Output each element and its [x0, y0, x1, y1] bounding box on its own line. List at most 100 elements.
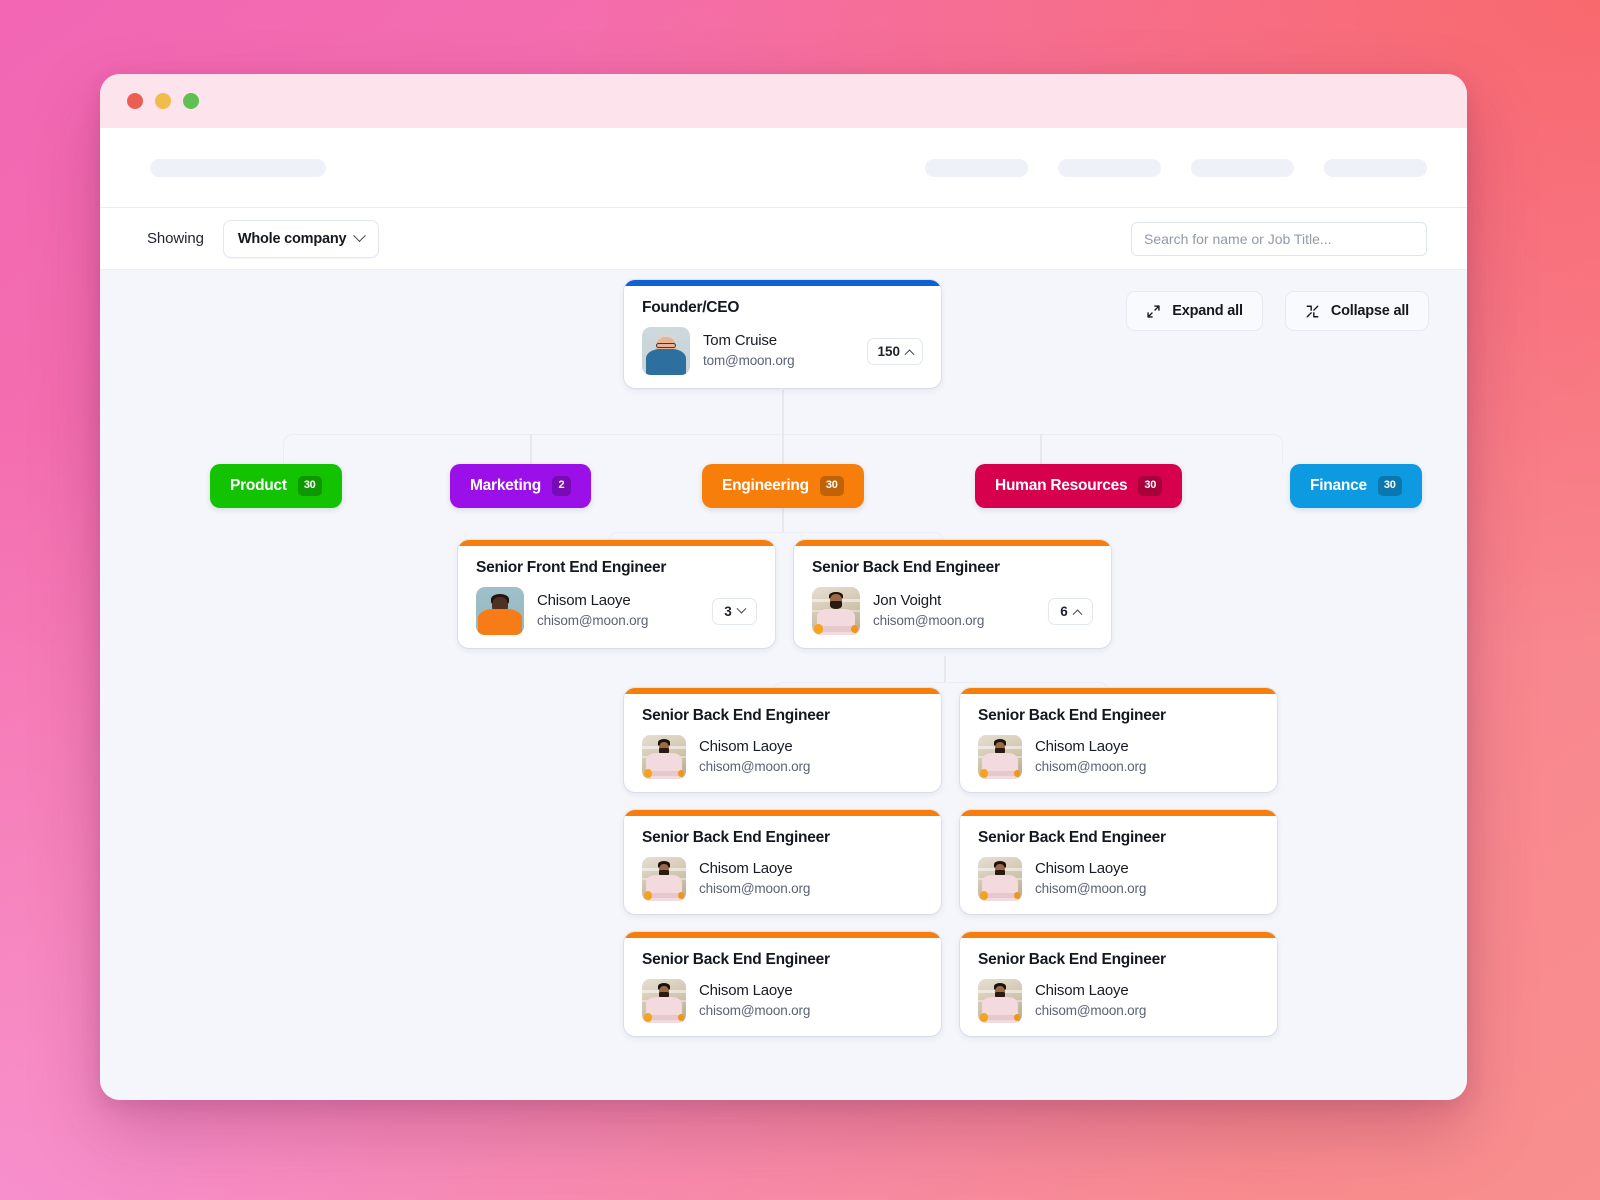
node-person-email: chisom@moon.org — [1035, 758, 1147, 774]
node-report-count: 150 — [877, 343, 900, 359]
avatar — [642, 979, 686, 1023]
connector-ceo-stem — [782, 390, 784, 434]
avatar — [978, 979, 1022, 1023]
node-person-email: chisom@moon.org — [873, 612, 985, 628]
nav-item-placeholder-4[interactable] — [1324, 158, 1427, 177]
minimize-window-button[interactable] — [155, 93, 171, 109]
expand-all-label: Expand all — [1172, 303, 1243, 319]
node-role: Senior Back End Engineer — [978, 951, 1166, 968]
chevron-up-icon — [1072, 608, 1083, 619]
search-input[interactable] — [1131, 221, 1427, 256]
avatar — [476, 587, 524, 635]
node-role: Senior Front End Engineer — [476, 559, 667, 576]
expand-all-button[interactable]: Expand all — [1126, 291, 1263, 331]
close-window-button[interactable] — [127, 93, 143, 109]
avatar — [812, 587, 860, 635]
department-label: Marketing — [470, 477, 541, 494]
node-role: Senior Back End Engineer — [642, 951, 830, 968]
app-window: Showing Whole company Expand all Collaps… — [100, 74, 1467, 1100]
avatar — [642, 327, 690, 375]
logo-placeholder — [150, 158, 326, 177]
scope-select-value: Whole company — [237, 230, 347, 247]
node-senior-back-end-engineer-lead[interactable]: Senior Back End Engineer Jon Voight chis… — [794, 540, 1111, 648]
nav-item-placeholder-3[interactable] — [1191, 158, 1294, 177]
avatar — [642, 735, 686, 779]
node-report-5[interactable]: Senior Back End Engineer Chisom Laoye ch… — [624, 932, 941, 1036]
department-count-badge: 30 — [1138, 476, 1163, 496]
department-chip-engineering[interactable]: Engineering 30 — [702, 464, 864, 508]
department-label: Finance — [1310, 477, 1367, 494]
chevron-down-icon — [736, 603, 747, 614]
department-chip-marketing[interactable]: Marketing 2 — [450, 464, 591, 508]
node-role: Senior Back End Engineer — [978, 707, 1166, 724]
node-report-2[interactable]: Senior Back End Engineer Chisom Laoye ch… — [960, 688, 1277, 792]
node-role: Senior Back End Engineer — [978, 829, 1166, 846]
department-label: Product — [230, 477, 287, 494]
connector-backend-stem — [944, 656, 946, 682]
connector-department-tick-engineering — [782, 434, 784, 464]
collapse-all-button[interactable]: Collapse all — [1284, 291, 1429, 331]
node-person-email: chisom@moon.org — [699, 880, 811, 896]
node-role: Senior Back End Engineer — [642, 707, 830, 724]
node-person-name: Chisom Laoye — [699, 860, 793, 878]
node-person-name: Tom Cruise — [703, 332, 777, 350]
node-report-count-toggle[interactable]: 150 — [867, 337, 923, 365]
node-report-1[interactable]: Senior Back End Engineer Chisom Laoye ch… — [624, 688, 941, 792]
node-role: Senior Back End Engineer — [642, 829, 830, 846]
node-person-name: Chisom Laoye — [1035, 860, 1129, 878]
avatar — [978, 735, 1022, 779]
node-report-3[interactable]: Senior Back End Engineer Chisom Laoye ch… — [624, 810, 941, 914]
avatar — [642, 857, 686, 901]
org-chart-canvas: Expand all Collapse all Founder/CEO Tom … — [100, 270, 1467, 1100]
node-report-6[interactable]: Senior Back End Engineer Chisom Laoye ch… — [960, 932, 1277, 1036]
node-person-email: chisom@moon.org — [699, 758, 811, 774]
avatar — [978, 857, 1022, 901]
node-person-name: Chisom Laoye — [699, 738, 793, 756]
scope-select[interactable]: Whole company — [222, 219, 380, 258]
app-navbar — [100, 128, 1467, 208]
node-ceo[interactable]: Founder/CEO Tom Cruise tom@moon.org 150 — [624, 280, 941, 388]
maximize-window-button[interactable] — [183, 93, 199, 109]
nav-item-placeholder-1[interactable] — [925, 158, 1028, 177]
node-person-email: tom@moon.org — [703, 352, 795, 368]
node-person-name: Chisom Laoye — [537, 592, 631, 610]
node-person-name: Chisom Laoye — [1035, 738, 1129, 756]
node-senior-front-end-engineer[interactable]: Senior Front End Engineer Chisom Laoye c… — [458, 540, 775, 648]
node-person-name: Jon Voight — [873, 592, 942, 610]
node-person-email: chisom@moon.org — [1035, 880, 1147, 896]
department-label: Engineering — [722, 477, 809, 494]
node-report-count-toggle[interactable]: 3 — [712, 597, 757, 625]
collapse-icon — [1306, 305, 1319, 317]
department-count-badge: 30 — [1377, 476, 1402, 496]
node-report-count: 3 — [724, 603, 732, 619]
node-report-4[interactable]: Senior Back End Engineer Chisom Laoye ch… — [960, 810, 1277, 914]
node-report-count-toggle[interactable]: 6 — [1048, 597, 1093, 625]
node-person-email: chisom@moon.org — [1035, 1002, 1147, 1018]
node-report-count: 6 — [1060, 603, 1068, 619]
department-count-badge: 30 — [297, 476, 322, 496]
node-role: Founder/CEO — [642, 299, 740, 316]
node-person-name: Chisom Laoye — [1035, 982, 1129, 1000]
department-chip-product[interactable]: Product 30 — [210, 464, 342, 508]
node-person-name: Chisom Laoye — [699, 982, 793, 1000]
connector-department-tick-hr — [1040, 434, 1042, 464]
filter-bar: Showing Whole company — [100, 208, 1467, 270]
showing-label: Showing — [147, 230, 204, 247]
node-person-email: chisom@moon.org — [537, 612, 649, 628]
window-titlebar — [100, 74, 1467, 128]
node-person-email: chisom@moon.org — [699, 1002, 811, 1018]
department-count-badge: 2 — [551, 476, 571, 496]
nav-item-placeholder-2[interactable] — [1058, 158, 1161, 177]
department-chip-finance[interactable]: Finance 30 — [1290, 464, 1422, 508]
department-label: Human Resources — [995, 477, 1128, 494]
chevron-down-icon — [353, 229, 367, 243]
tree-toolbar: Expand all Collapse all — [1126, 291, 1429, 331]
connector-engineering-stem — [782, 508, 784, 532]
collapse-all-label: Collapse all — [1330, 303, 1409, 319]
expand-icon — [1147, 304, 1160, 318]
department-count-badge: 30 — [819, 476, 844, 496]
chevron-up-icon — [904, 348, 915, 359]
department-chip-human-resources[interactable]: Human Resources 30 — [975, 464, 1183, 508]
node-role: Senior Back End Engineer — [812, 559, 1000, 576]
connector-department-tick-marketing — [530, 434, 532, 464]
